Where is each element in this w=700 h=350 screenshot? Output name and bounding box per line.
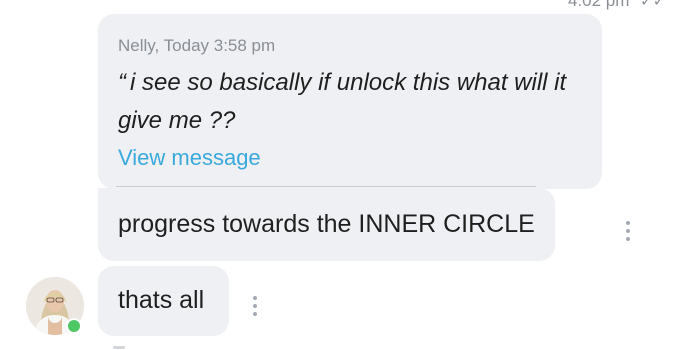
quote-mark: “ [118, 69, 126, 96]
scroll-indicator [113, 346, 125, 349]
message-text-small: thats all [118, 286, 205, 314]
online-status-dot [66, 318, 82, 334]
double-check-icon: ✓✓ [640, 0, 666, 10]
view-message-link[interactable]: View message [118, 145, 261, 171]
message-time-top: 4:02 pm ✓✓ [568, 0, 665, 11]
message-time-text: 4:02 pm [568, 0, 630, 10]
message-options-icon[interactable] [623, 221, 633, 241]
quote-author-time: Nelly, Today 3:58 pm [118, 36, 276, 55]
message-text: progress towards the INNER CIRCLE [118, 210, 535, 238]
message-options-icon-2[interactable] [250, 296, 260, 316]
quote-divider [116, 186, 536, 187]
quoted-reply-bubble: Nelly, Today 3:58 pm “i see so basically… [98, 14, 602, 189]
message-bubble: progress towards the INNER CIRCLE [98, 188, 555, 261]
quoted-message-text: “i see so basically if unlock this what … [118, 64, 588, 140]
message-bubble-small: thats all [98, 266, 229, 336]
quoted-message-body: i see so basically if unlock this what w… [118, 69, 567, 134]
